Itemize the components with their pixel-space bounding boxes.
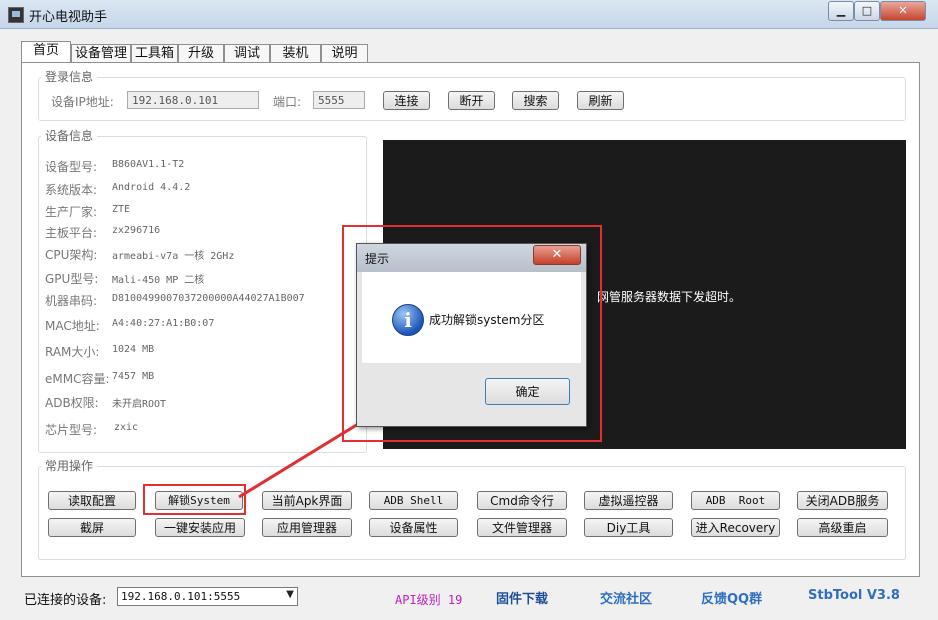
feedback-qq-link[interactable]: 反馈QQ群 [701, 588, 762, 607]
dialog-title-bar: 提示 ✕ [357, 244, 586, 272]
connected-device-value: 192.168.0.101:5555 [121, 590, 241, 603]
info-icon: i [392, 304, 424, 336]
dialog-close-button[interactable]: ✕ [533, 245, 581, 265]
dialog-message: 成功解锁system分区 [429, 313, 545, 327]
info-dialog: 提示 ✕ i 成功解锁system分区 确定 [356, 243, 587, 427]
connected-device-select[interactable]: 192.168.0.101:5555 ▼ [117, 587, 298, 606]
connected-device-label: 已连接的设备: [24, 593, 107, 608]
dialog-ok-button[interactable]: 确定 [485, 378, 570, 405]
chevron-down-icon: ▼ [286, 589, 294, 600]
firmware-download-link[interactable]: 固件下载 [496, 588, 548, 607]
api-level: API级别 19 [395, 593, 463, 607]
version-link[interactable]: StbTool V3.8 [808, 588, 900, 603]
dialog-title: 提示 [365, 252, 390, 266]
community-link[interactable]: 交流社区 [600, 588, 652, 607]
